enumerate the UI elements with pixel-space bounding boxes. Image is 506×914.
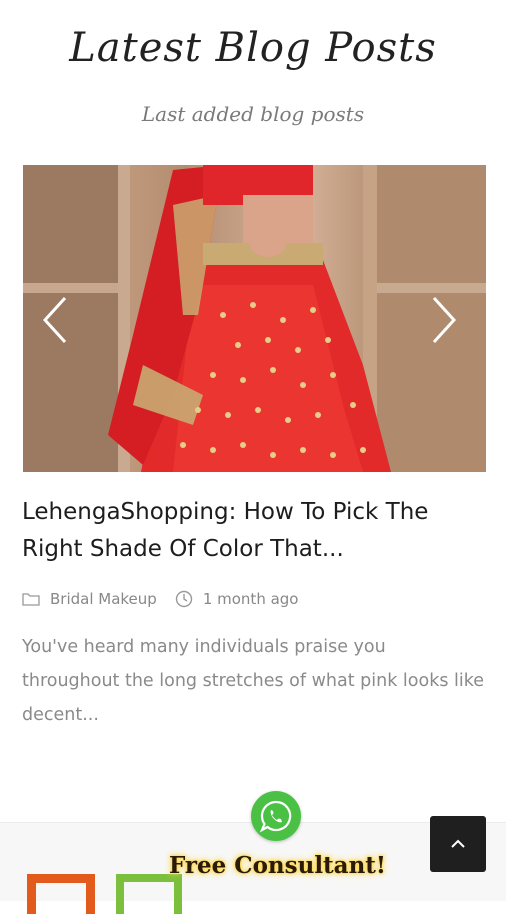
section-subtitle: Last added blog posts [141,102,365,126]
post-title-link[interactable]: LehengaShopping: How To Pick The Right S… [22,494,482,568]
blog-post-image[interactable] [23,165,486,472]
section-title: Latest Blog Posts [69,25,437,71]
carousel-next-button[interactable] [422,285,466,355]
whatsapp-icon [259,800,292,833]
whatsapp-button[interactable] [251,791,301,841]
chevron-up-icon [451,839,465,848]
category-label[interactable]: Bridal Makeup [50,590,157,608]
brand-logo-orange-mark [27,874,95,914]
chevron-left-icon [42,296,67,344]
carousel-prev-button[interactable] [33,285,77,355]
chevron-right-icon [432,296,457,344]
date-label: 1 month ago [202,590,299,608]
blog-image-carousel[interactable] [23,165,486,472]
post-date: 1 month ago [175,590,299,608]
folder-icon [22,593,40,606]
post-excerpt: You've heard many individuals praise you… [22,637,485,725]
clock-icon [175,590,193,608]
post-meta: Bridal Makeup 1 month ago [22,586,316,612]
post-category[interactable]: Bridal Makeup [22,590,157,608]
scroll-to-top-button[interactable] [430,816,486,872]
free-consultant-link[interactable]: Free Consultant! [150,848,405,882]
